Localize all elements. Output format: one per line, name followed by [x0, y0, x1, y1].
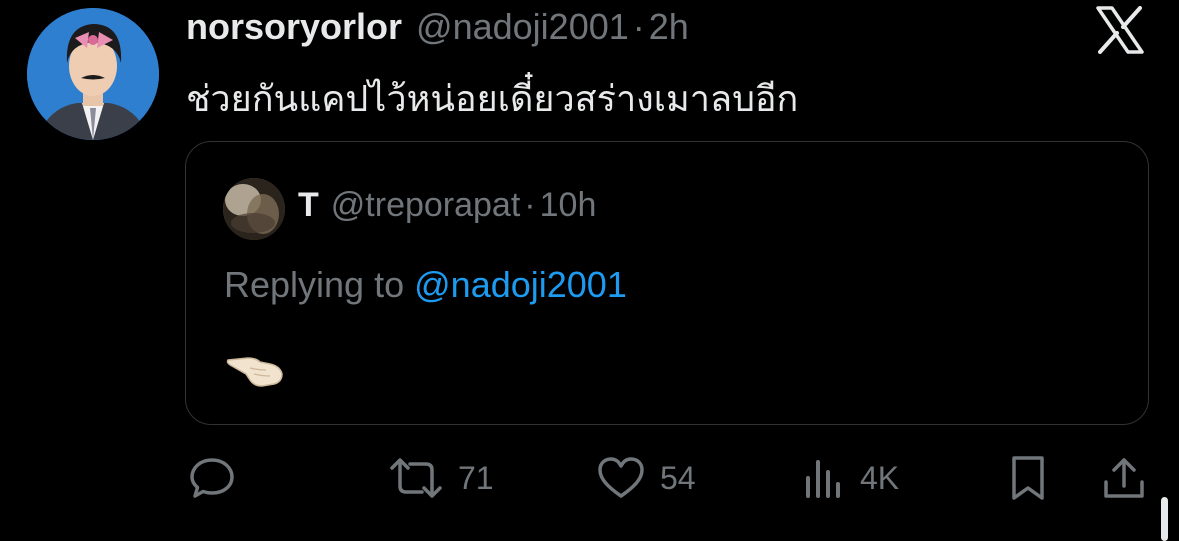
- like-count: 54: [660, 459, 696, 496]
- share-icon: [1104, 458, 1144, 498]
- quoted-separator-dot: ·: [524, 186, 536, 224]
- scrollbar[interactable]: [1161, 497, 1168, 541]
- views-icon: [806, 460, 840, 498]
- quoted-avatar-image: [223, 178, 285, 240]
- tweet-text: ช่วยกันแคปไว้หน่อยเดี๋ยวสร่างเมาลบอีก: [186, 79, 799, 120]
- replying-mention-link[interactable]: @nadoji2001: [414, 264, 627, 305]
- replying-to: Replying to @nadoji2001: [224, 264, 627, 306]
- author-avatar[interactable]: [27, 8, 159, 140]
- like-button[interactable]: 54: [596, 454, 696, 502]
- share-button[interactable]: [1100, 454, 1148, 502]
- author-name[interactable]: norsoryorlor: [186, 6, 402, 48]
- x-logo-icon: [1096, 6, 1144, 54]
- action-bar: 71 54 4K: [0, 440, 1179, 520]
- retweet-count: 71: [458, 459, 494, 496]
- retweet-button[interactable]: 71: [388, 454, 494, 502]
- bookmark-icon: [1012, 456, 1044, 500]
- views-button[interactable]: 4K: [802, 454, 899, 502]
- author-handle[interactable]: @nadoji2001: [416, 6, 629, 48]
- quoted-author-name[interactable]: T: [298, 186, 319, 225]
- author-avatar-image: [27, 8, 159, 140]
- tweet-time[interactable]: 2h: [649, 6, 689, 48]
- quoted-tweet-header: T @treporapat · 10h: [298, 186, 596, 225]
- replying-label: Replying to: [224, 264, 405, 305]
- reply-icon: [190, 458, 234, 498]
- views-count: 4K: [860, 459, 900, 496]
- retweet-icon: [390, 458, 442, 498]
- separator-dot: ·: [632, 6, 645, 47]
- bookmark-button[interactable]: [1006, 454, 1050, 502]
- tweet-header: norsoryorlor @nadoji2001 · 2h: [186, 6, 689, 54]
- quoted-author-avatar[interactable]: [223, 178, 285, 240]
- heart-icon: [598, 457, 644, 498]
- quoted-author-handle[interactable]: @treporapat: [331, 186, 521, 225]
- quoted-tweet[interactable]: T @treporapat · 10h Replying to @nadoji2…: [185, 141, 1149, 425]
- hand-icon: [226, 357, 283, 387]
- quoted-tweet-time[interactable]: 10h: [540, 186, 597, 225]
- reply-button[interactable]: [188, 454, 236, 502]
